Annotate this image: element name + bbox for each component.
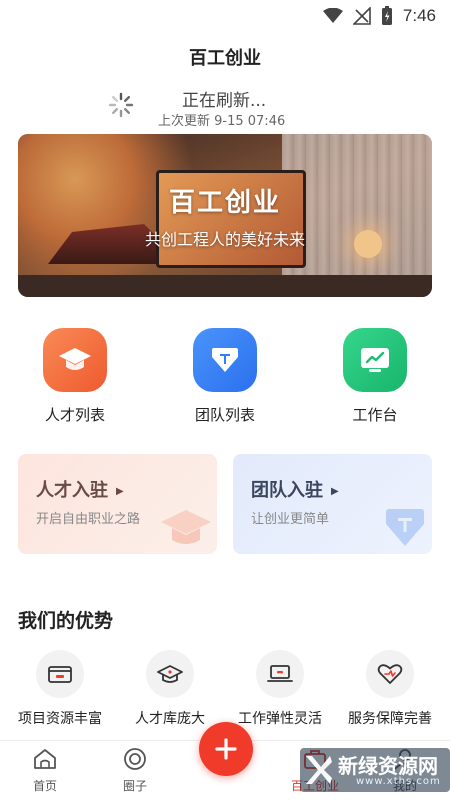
graduation-cap-icon: [43, 328, 107, 392]
circle-icon: [124, 748, 146, 770]
talent-join-title-text: 人才入驻: [36, 480, 108, 501]
talent-join-subtitle: 开启自由职业之路: [36, 512, 141, 527]
advantages-title: 我们的优势: [18, 610, 114, 632]
tab-label: 首页: [32, 779, 57, 793]
dashboard-chart-icon: [343, 328, 407, 392]
wallet-icon: [36, 650, 84, 698]
tab-circle[interactable]: 圈子: [95, 747, 175, 794]
tab-label: 圈子: [122, 779, 147, 793]
banner-desk-decoration: [18, 275, 432, 297]
team-join-title-text: 团队入驻: [251, 480, 323, 501]
heart-shield-icon: [366, 650, 414, 698]
refresh-last-update: 上次更新 9-15 07:46: [158, 114, 286, 129]
banner-subtitle: 共创工程人的美好未来: [144, 230, 305, 249]
banner-title: 百工创业: [168, 188, 281, 218]
advantage-item-talent-pool: 人才库庞大: [115, 650, 225, 728]
team-join-title: 团队入驻 ▶: [251, 476, 339, 502]
battery-icon: [381, 6, 392, 25]
refresh-status-text: 正在刷新...: [182, 91, 267, 111]
clock: 7:46: [402, 6, 436, 25]
quick-action-talent-list[interactable]: 人才列表: [20, 328, 130, 425]
advantage-item-service-guarantee: 服务保障完善: [335, 650, 445, 728]
arrow-right-icon: ▶: [116, 485, 124, 497]
graduation-cap-icon: [161, 510, 211, 544]
talent-join-card[interactable]: 人才入驻 ▶ 开启自由职业之路: [18, 454, 217, 554]
quick-action-label: 工作台: [352, 406, 398, 424]
wifi-icon: [322, 8, 343, 23]
team-shield-icon: [193, 328, 257, 392]
watermark: 新绿资源网 www.xths.com: [300, 748, 450, 792]
advantage-label: 服务保障完善: [348, 711, 432, 727]
refresh-indicator: 正在刷新... 上次更新 9-15 07:46: [0, 82, 450, 130]
laptop-icon: [256, 650, 304, 698]
advantage-item-projects: 项目资源丰富: [5, 650, 115, 728]
team-join-subtitle: 让创业更简单: [251, 512, 330, 527]
watermark-text: 新绿资源网: [338, 754, 438, 778]
advantage-label: 项目资源丰富: [18, 711, 102, 727]
hero-banner[interactable]: 百工创业 共创工程人的美好未来: [18, 134, 432, 297]
plus-icon: [215, 738, 237, 760]
advantage-label: 工作弹性灵活: [238, 711, 322, 727]
loading-spinner-icon: [108, 92, 134, 118]
advantage-item-flexible-work: 工作弹性灵活: [225, 650, 335, 728]
signal-icon: [352, 7, 371, 25]
graduation-cap-icon: [146, 650, 194, 698]
tab-home[interactable]: 首页: [5, 747, 85, 794]
quick-action-label: 人才列表: [44, 406, 105, 424]
quick-action-workbench[interactable]: 工作台: [320, 328, 430, 425]
arrow-right-icon: ▶: [331, 485, 339, 497]
quick-action-label: 团队列表: [194, 406, 255, 424]
talent-join-title: 人才入驻 ▶: [36, 476, 124, 502]
status-bar: 7:46: [0, 0, 450, 32]
page-title: 百工创业: [189, 48, 261, 69]
home-icon: [34, 749, 56, 769]
add-button[interactable]: [199, 722, 253, 776]
team-shield-icon: [386, 509, 424, 546]
quick-action-team-list[interactable]: 团队列表: [170, 328, 280, 425]
watermark-logo-icon: [306, 756, 332, 784]
watermark-url: www.xths.com: [356, 776, 441, 787]
advantage-label: 人才库庞大: [135, 711, 205, 727]
team-join-card[interactable]: 团队入驻 ▶ 让创业更简单: [233, 454, 432, 554]
